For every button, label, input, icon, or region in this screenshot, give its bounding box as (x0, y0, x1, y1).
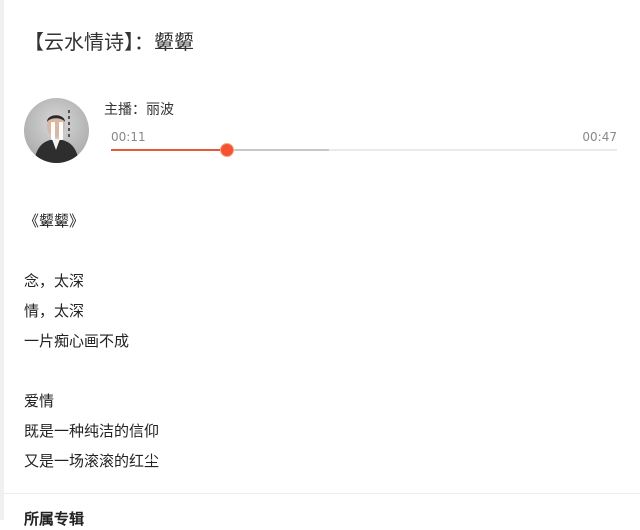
current-time: 00:11 (111, 130, 146, 144)
cover-play-pause-button[interactable] (24, 98, 89, 163)
pause-icon (50, 121, 63, 140)
progress-thumb[interactable] (221, 144, 234, 156)
poem-line: 又是一场滚滚的红尘 (24, 452, 160, 470)
poem-line: 念，太深 (24, 272, 85, 290)
section-divider (4, 493, 640, 494)
poem-blank-line (24, 356, 159, 386)
poem-blank-line (24, 236, 159, 266)
poem-text: 《颦颦》念，太深情，太深一片痴心画不成 爱情既是一种纯洁的信仰 又是一场滚滚的红尘 (24, 206, 159, 476)
left-edge-bar (0, 0, 4, 520)
page-title: 【云水情诗】：颦颦 (24, 30, 194, 54)
progress-bar[interactable] (111, 144, 617, 156)
poem-line: 既是一种纯洁的信仰 (24, 422, 160, 440)
poem-line: 《颦颦》 (24, 212, 85, 230)
poem-line: 爱情 (24, 392, 55, 410)
poem-line: 一片痴心画不成 (24, 332, 130, 350)
host-label: 主播：丽波 (104, 102, 174, 118)
album-section-title: 所属专辑 (24, 510, 85, 528)
total-time: 00:47 (582, 130, 617, 144)
progress-played (111, 149, 228, 151)
poem-line: 情，太深 (24, 302, 85, 320)
